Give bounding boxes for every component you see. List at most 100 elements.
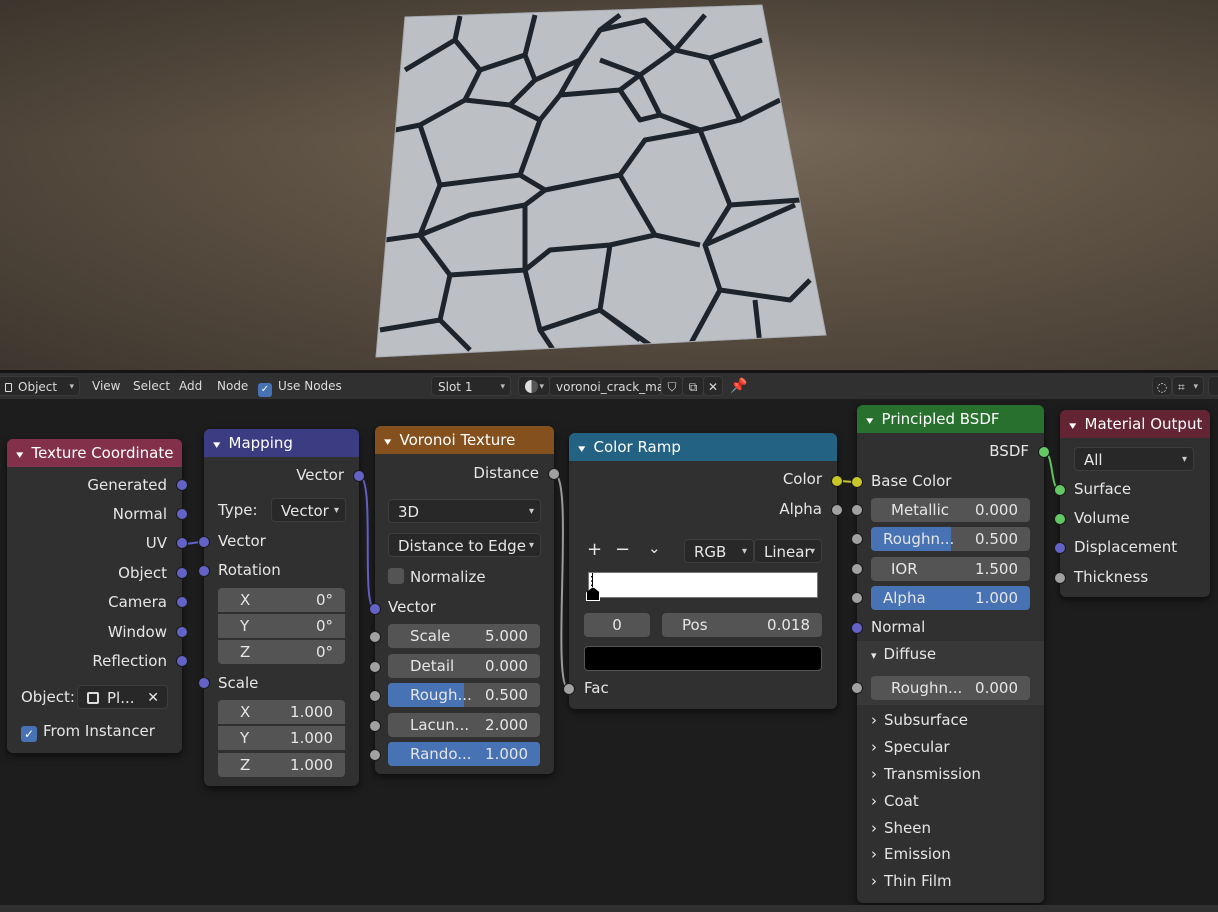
socket-color-out[interactable] [831,475,843,487]
menu-view[interactable]: View [92,376,120,396]
color-ramp-node[interactable]: ▾ Color Ramp Color Alpha + − ⌄ RGB ▾ Linea… [569,433,837,709]
node-header[interactable]: ▾ Voronoi Texture [375,426,554,454]
socket-diffuse-roughness-in[interactable] [851,682,863,694]
collapse-chevron-icon[interactable]: ▾ [384,428,391,456]
socket-detail-in[interactable] [369,661,381,673]
voronoi-texture-node[interactable]: ▾ Voronoi Texture Distance 3D ▾ Distance t… [375,426,554,774]
node-header[interactable]: ▾ Principled BSDF [857,405,1044,433]
snapping-icon[interactable]: ⌗ ▾ [1172,376,1204,396]
rotation-x-field[interactable]: X 0° [218,588,345,612]
editor-mode-dropdown[interactable]: Object ▾ [0,376,80,396]
slot-dropdown[interactable]: Slot 1 ▾ [431,376,511,396]
socket-thickness-in[interactable] [1054,572,1066,584]
color-stop-handle[interactable] [586,573,600,603]
overlay-icon[interactable]: ◌ [1152,376,1172,396]
panel-sheen[interactable]: › Sheen [857,815,1044,841]
socket-mapping-vector-in[interactable] [198,536,210,548]
normalize-checkbox[interactable]: Normalize [388,566,486,588]
menu-select[interactable]: Select [133,376,170,396]
clear-x-icon[interactable]: ✕ [147,686,159,710]
socket-randomness-in[interactable] [369,749,381,761]
socket-scale-in[interactable] [369,631,381,643]
3d-viewport[interactable] [0,0,1218,370]
socket-roughness-in[interactable] [851,533,863,545]
dimension-dropdown[interactable]: 3D ▾ [388,499,541,523]
scale-y-field[interactable]: Y 1.000 [218,726,345,750]
panel-specular[interactable]: › Specular [857,734,1044,760]
rotation-z-field[interactable]: Z 0° [218,640,345,664]
node-header[interactable]: ▾ Texture Coordinate [7,439,182,467]
socket-voronoi-vector-in[interactable] [369,603,381,615]
menu-node[interactable]: Node [217,376,248,396]
fake-user-shield-icon[interactable]: ⛉ [661,376,683,396]
panel-diffuse[interactable]: ▾ Diffuse [857,641,1044,667]
interpolation-dropdown[interactable]: Linear ▾ [754,539,822,563]
socket-normal[interactable] [176,508,188,520]
material-output-node[interactable]: ▾ Material Output All ▾ Surface Volume Dis… [1060,410,1210,597]
material-name-field[interactable]: voronoi_crack_mat [549,376,669,396]
socket-uv[interactable] [176,537,188,549]
node-header[interactable]: ▾ Mapping [204,429,359,457]
node-header[interactable]: ▾ Color Ramp [569,433,837,461]
feature-dropdown[interactable]: Distance to Edge ▾ [388,533,541,557]
mapping-type-dropdown[interactable]: Vector ▾ [271,498,346,522]
detail-field[interactable]: Detail 0.000 [388,654,540,678]
roughness-field[interactable]: Roughn... 0.500 [871,527,1030,551]
color-mode-dropdown[interactable]: RGB ▾ [684,539,754,563]
collapse-chevron-icon[interactable]: ▾ [578,435,585,463]
add-stop-button[interactable]: + [587,539,602,561]
collapse-chevron-icon[interactable]: ▾ [866,407,873,435]
panel-coat[interactable]: › Coat [857,788,1044,814]
scale-x-field[interactable]: X 1.000 [218,700,345,724]
gizmo-icon[interactable] [1208,376,1218,396]
socket-alpha-in[interactable] [851,592,863,604]
socket-roughness-in[interactable] [369,690,381,702]
node-editor-canvas[interactable]: ▾ Texture Coordinate Generated Normal UV … [0,399,1218,905]
from-instancer-checkbox[interactable]: ✓ From Instancer [21,720,155,742]
socket-normal-in[interactable] [851,622,863,634]
diffuse-roughness-field[interactable]: Roughn... 0.000 [871,676,1030,700]
unlink-close-icon[interactable]: ✕ [703,376,723,396]
socket-volume-in[interactable] [1054,513,1066,525]
texture-coordinate-node[interactable]: ▾ Texture Coordinate Generated Normal UV … [7,439,182,753]
randomness-field[interactable]: Rando... 1.000 [388,742,540,766]
socket-generated[interactable] [176,479,188,491]
browse-material-button[interactable]: ▾ [518,376,550,396]
object-picker[interactable]: Pl... ✕ [77,685,168,709]
panel-thin-film[interactable]: › Thin Film [857,868,1044,894]
duplicate-material-icon[interactable]: ⧉ [682,376,704,396]
socket-metallic-in[interactable] [851,504,863,516]
socket-surface-in[interactable] [1054,484,1066,496]
rotation-y-field[interactable]: Y 0° [218,614,345,638]
stop-color-swatch[interactable] [584,646,822,671]
socket-alpha-out[interactable] [831,504,843,516]
socket-object[interactable] [176,567,188,579]
active-stop-index-field[interactable]: 0 [584,613,650,637]
panel-emission[interactable]: › Emission [857,841,1044,867]
metallic-field[interactable]: Metallic 0.000 [871,498,1030,522]
roughness-field[interactable]: Rough... 0.500 [388,683,540,707]
socket-fac-in[interactable] [563,683,575,695]
menu-add[interactable]: Add [179,376,202,396]
socket-lacunarity-in[interactable] [369,720,381,732]
collapse-chevron-icon[interactable]: ▾ [16,441,23,469]
socket-mapping-rotation-in[interactable] [198,565,210,577]
principled-bsdf-node[interactable]: ▾ Principled BSDF BSDF Base Color Metalli… [857,405,1044,903]
collapse-chevron-icon[interactable]: ▾ [213,431,220,459]
scale-field[interactable]: Scale 5.000 [388,624,540,648]
stop-position-field[interactable]: Pos 0.018 [662,613,822,637]
alpha-field[interactable]: Alpha 1.000 [871,586,1030,610]
collapse-chevron-icon[interactable]: ▾ [1069,412,1076,440]
socket-mapping-vector-out[interactable] [353,470,365,482]
socket-reflection[interactable] [176,655,188,667]
remove-stop-button[interactable]: − [615,539,630,561]
socket-window[interactable] [176,626,188,638]
socket-displacement-in[interactable] [1054,542,1066,554]
ramp-menu-chevron-icon[interactable]: ⌄ [648,537,661,559]
use-nodes-checkbox[interactable]: ✓ Use Nodes [258,376,342,397]
render-target-dropdown[interactable]: All ▾ [1074,447,1194,471]
scale-z-field[interactable]: Z 1.000 [218,753,345,777]
socket-bsdf-out[interactable] [1038,446,1050,458]
socket-ior-in[interactable] [851,563,863,575]
node-header[interactable]: ▾ Material Output [1060,410,1210,438]
